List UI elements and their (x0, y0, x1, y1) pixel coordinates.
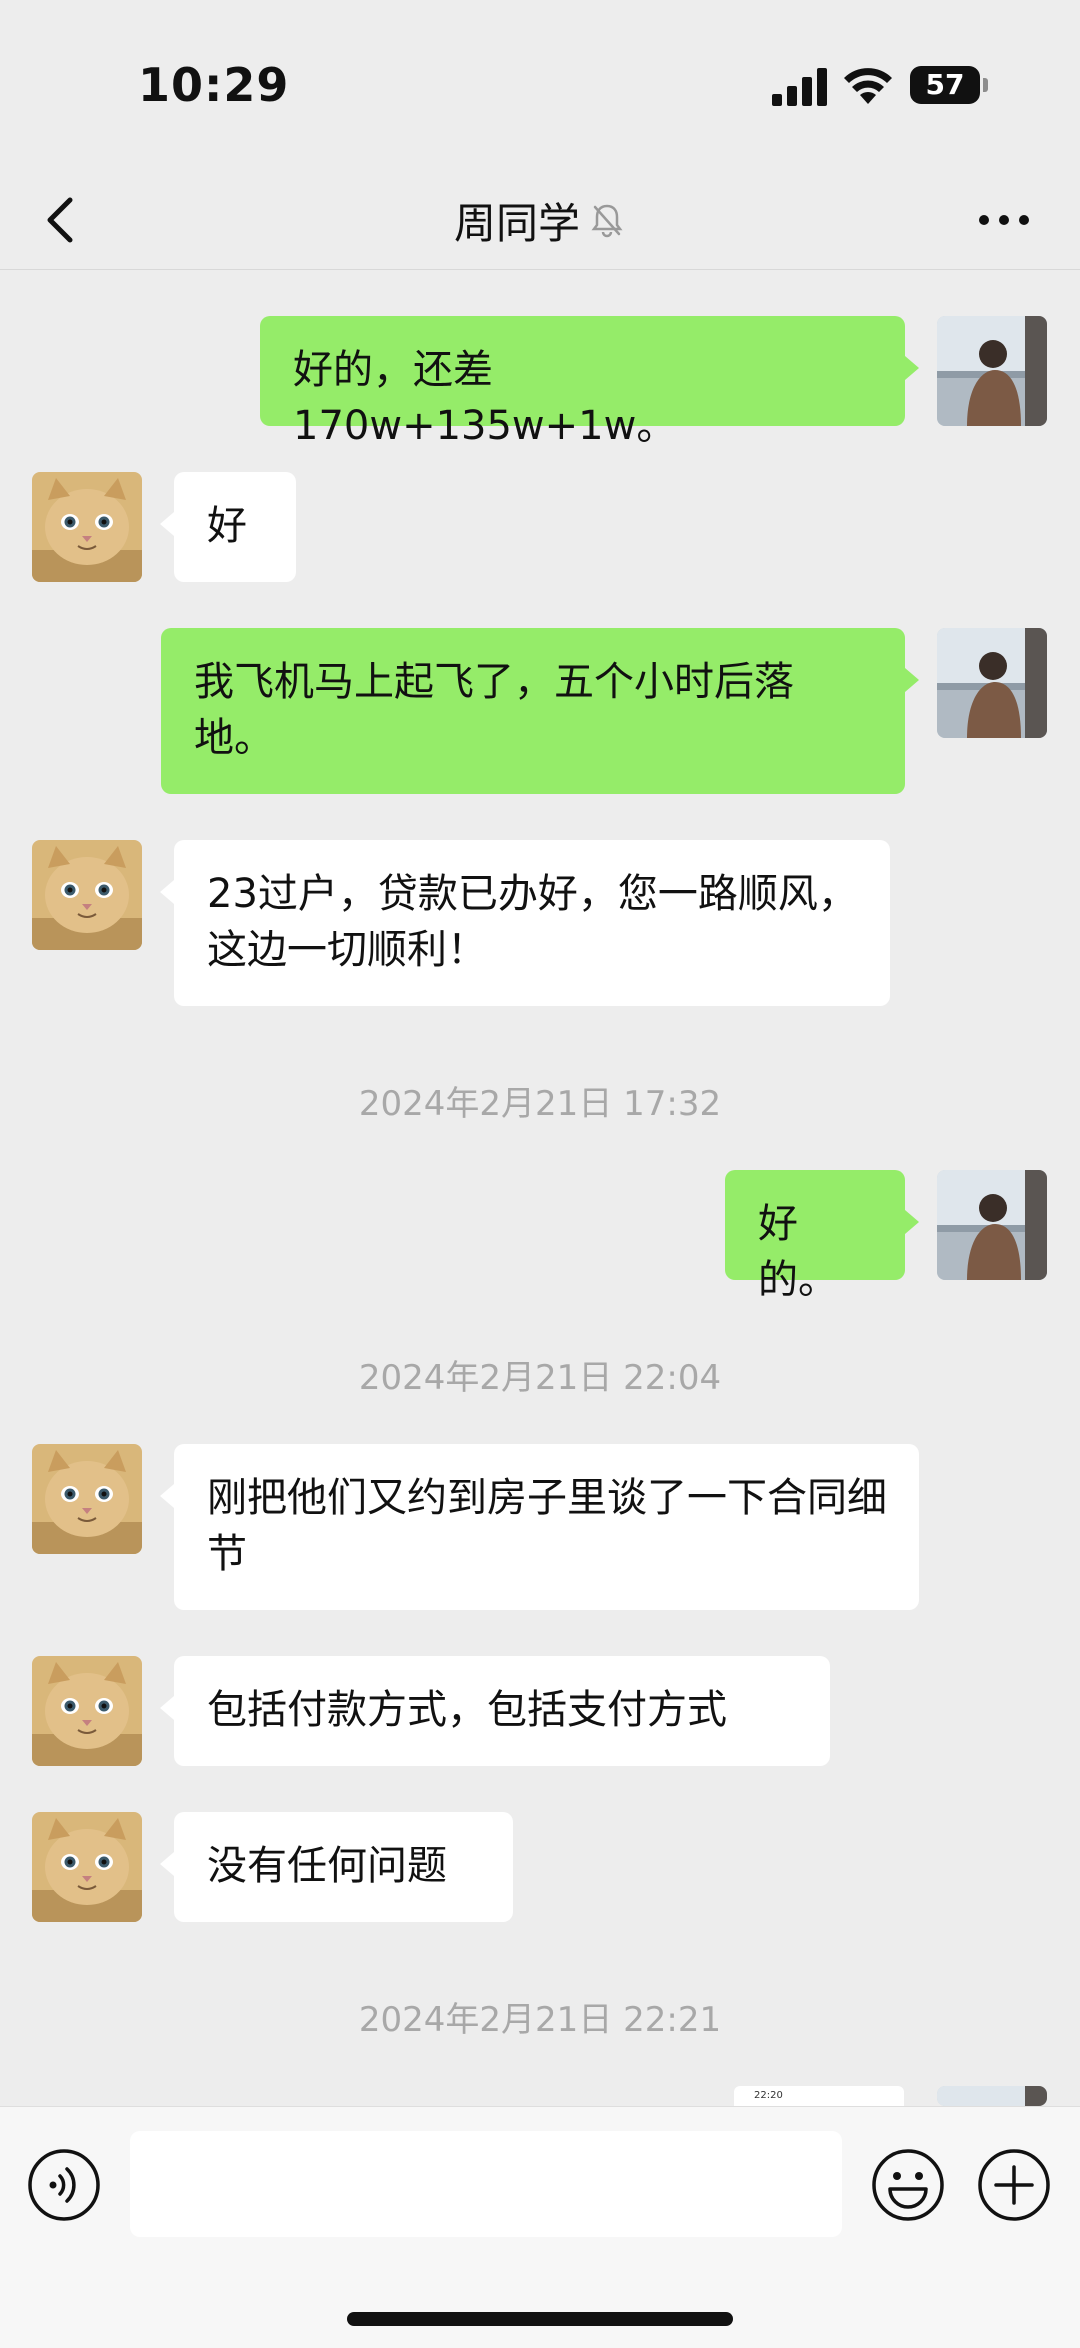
message-bubble-sent[interactable]: 好的。 (725, 1170, 919, 1303)
message-input[interactable] (130, 2131, 842, 2237)
contact-avatar[interactable] (32, 472, 142, 582)
contact-avatar[interactable] (32, 1444, 142, 1554)
image-preview-time: 22:20 (754, 2090, 783, 2101)
ellipsis-icon[interactable] (976, 198, 1032, 242)
chat-header: 周同学 (0, 170, 1080, 270)
message-bubble-sent[interactable]: 我飞机马上起飞了，五个小时后落地。 (161, 628, 919, 794)
my-avatar[interactable] (937, 2086, 1047, 2106)
timestamp: 2024年2月21日 17:32 (358, 1084, 722, 1124)
plus-circle-icon[interactable] (976, 2147, 1052, 2223)
battery-icon: 57 (910, 66, 980, 104)
contact-avatar[interactable] (32, 840, 142, 950)
message-bubble-received[interactable]: 没有任何问题 (160, 1812, 513, 1922)
image-message-preview[interactable]: 22:20 (734, 2086, 904, 2108)
home-indicator[interactable] (347, 2312, 733, 2326)
contact-avatar[interactable] (32, 1656, 142, 1766)
voice-icon[interactable] (26, 2147, 102, 2223)
timestamp: 2024年2月21日 22:21 (358, 2000, 722, 2040)
message-bubble-received[interactable]: 23过户，贷款已办好，您一路顺风，这边一切顺利！ (160, 840, 890, 1006)
message-bubble-received[interactable]: 刚把他们又约到房子里谈了一下合同细节 (160, 1444, 919, 1610)
bell-slash-icon (591, 204, 623, 238)
cellular-signal-icon (772, 68, 827, 106)
status-bar: 10:29 57 (0, 0, 1080, 170)
my-avatar[interactable] (937, 628, 1047, 738)
message-bubble-received[interactable]: 好 (160, 472, 296, 582)
my-avatar[interactable] (937, 316, 1047, 426)
message-bubble-received[interactable]: 包括付款方式，包括支付方式 (160, 1656, 830, 1766)
status-time: 10:29 (138, 58, 290, 112)
timestamp: 2024年2月21日 22:04 (358, 1358, 722, 1398)
my-avatar[interactable] (937, 1170, 1047, 1280)
chat-title: 周同学 (453, 198, 580, 248)
chevron-left-icon[interactable] (36, 188, 86, 252)
message-bubble-sent[interactable]: 好的，还差170w+135w+1w。 (260, 316, 919, 449)
wifi-icon (844, 68, 892, 104)
smiley-icon[interactable] (870, 2147, 946, 2223)
contact-avatar[interactable] (32, 1812, 142, 1922)
battery-cap (983, 78, 988, 92)
